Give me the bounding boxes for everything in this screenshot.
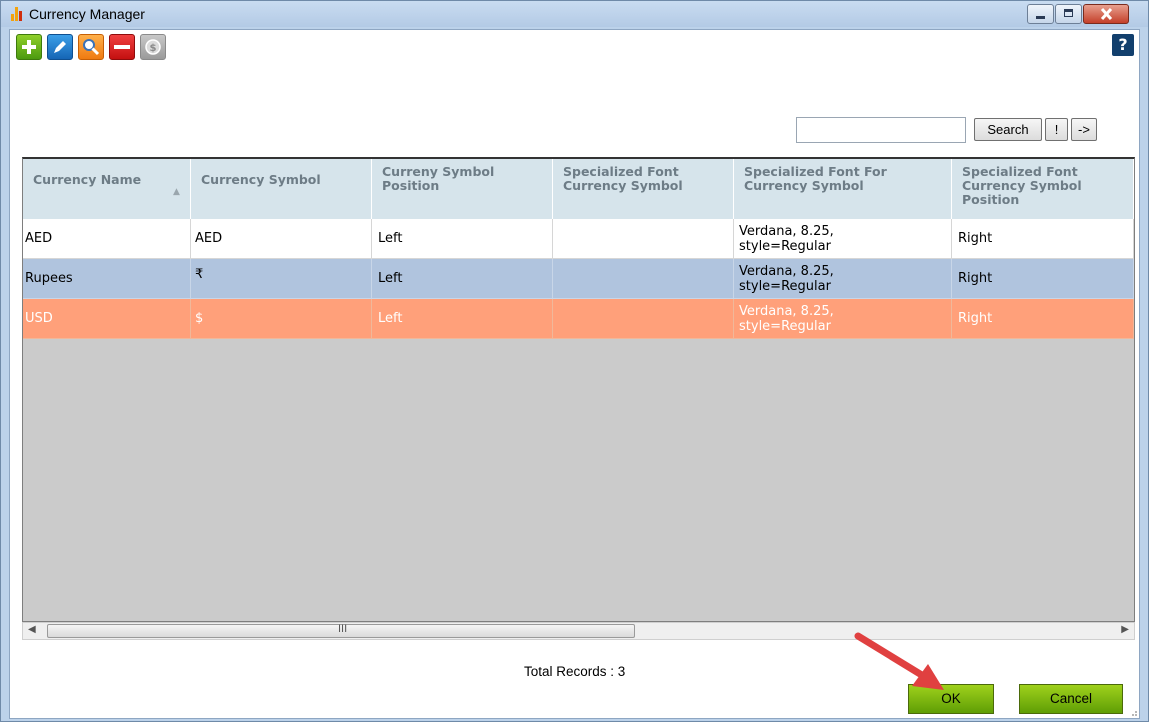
grid-header: Currency Name ▲ Currency Symbol Curreny … (23, 159, 1134, 220)
table-cell (553, 299, 734, 339)
column-header-label: Currency Name (33, 172, 142, 187)
column-header-symbol-position[interactable]: Curreny Symbol Position (372, 159, 553, 219)
minimize-icon (1036, 16, 1045, 19)
cancel-button[interactable]: Cancel (1019, 684, 1123, 714)
table-cell: USD (23, 299, 191, 339)
table-cell: ₹ (191, 259, 372, 299)
table-cell: Left (372, 219, 553, 259)
minus-icon (114, 45, 130, 49)
table-cell: Verdana, 8.25, style=Regular (734, 219, 952, 259)
total-records-label: Total Records : 3 (524, 664, 626, 679)
pencil-icon (54, 41, 66, 53)
table-cell: AED (23, 219, 191, 259)
title-bar[interactable]: Currency Manager (1, 1, 1148, 27)
column-header-specialized-font-position[interactable]: Specialized Font Currency Symbol Positio… (952, 159, 1134, 219)
table-cell: Left (372, 259, 553, 299)
window-title: Currency Manager (29, 6, 145, 22)
minimize-button[interactable] (1027, 4, 1054, 24)
table-cell: Left (372, 299, 553, 339)
close-button[interactable] (1083, 4, 1129, 24)
magnifier-icon (83, 39, 100, 56)
view-button[interactable] (78, 34, 104, 60)
column-header-currency-name[interactable]: Currency Name ▲ (23, 159, 191, 219)
close-icon (1100, 8, 1113, 20)
add-button[interactable] (16, 34, 42, 60)
clear-filter-button[interactable]: ! (1045, 118, 1068, 141)
table-row-selected[interactable]: USD $ Left Verdana, 8.25, style=Regular … (23, 299, 1134, 339)
table-cell: Verdana, 8.25, style=Regular (734, 259, 952, 299)
column-header-specialized-font-for-symbol[interactable]: Specialized Font For Currency Symbol (734, 159, 952, 219)
table-row[interactable]: AED AED Left Verdana, 8.25, style=Regula… (23, 219, 1134, 259)
edit-button[interactable] (47, 34, 73, 60)
table-cell: Right (952, 299, 1134, 339)
plus-icon (22, 40, 36, 54)
table-cell: Right (952, 259, 1134, 299)
table-cell: Right (952, 219, 1134, 259)
currency-manager-window: Currency Manager $ ? Search ! -> Currenc… (0, 0, 1149, 722)
app-chart-icon (11, 7, 23, 21)
scrollbar-grip: III (338, 623, 348, 635)
resize-grip-icon[interactable] (1128, 707, 1138, 717)
scroll-right-icon[interactable]: ▶ (1121, 624, 1129, 635)
currency-grid[interactable]: Currency Name ▲ Currency Symbol Curreny … (22, 157, 1135, 622)
table-cell: $ (191, 299, 372, 339)
table-cell (553, 219, 734, 259)
table-cell: Rupees (23, 259, 191, 299)
help-button[interactable]: ? (1112, 34, 1134, 56)
column-header-specialized-font-symbol[interactable]: Specialized Font Currency Symbol (553, 159, 734, 219)
ok-button[interactable]: OK (908, 684, 994, 714)
table-cell (553, 259, 734, 299)
table-cell: AED (191, 219, 372, 259)
svg-text:$: $ (150, 43, 157, 54)
next-result-button[interactable]: -> (1071, 118, 1097, 141)
table-row[interactable]: Rupees ₹ Left Verdana, 8.25, style=Regul… (23, 259, 1134, 299)
maximize-icon (1064, 9, 1073, 17)
search-input[interactable] (796, 117, 966, 143)
dollar-coin-icon: $ (145, 39, 161, 55)
search-button[interactable]: Search (974, 118, 1042, 141)
column-header-currency-symbol[interactable]: Currency Symbol (191, 159, 372, 219)
client-area: $ ? Search ! -> Currency Name ▲ Currency… (9, 29, 1140, 719)
maximize-button[interactable] (1055, 4, 1082, 24)
table-cell: Verdana, 8.25, style=Regular (734, 299, 952, 339)
currency-button[interactable]: $ (140, 34, 166, 60)
scroll-left-icon[interactable]: ◀ (28, 624, 36, 635)
scrollbar-thumb[interactable]: III (47, 623, 635, 638)
horizontal-scrollbar[interactable]: ◀ III ▶ (22, 622, 1135, 640)
sort-ascending-icon: ▲ (173, 187, 180, 197)
delete-button[interactable] (109, 34, 135, 60)
